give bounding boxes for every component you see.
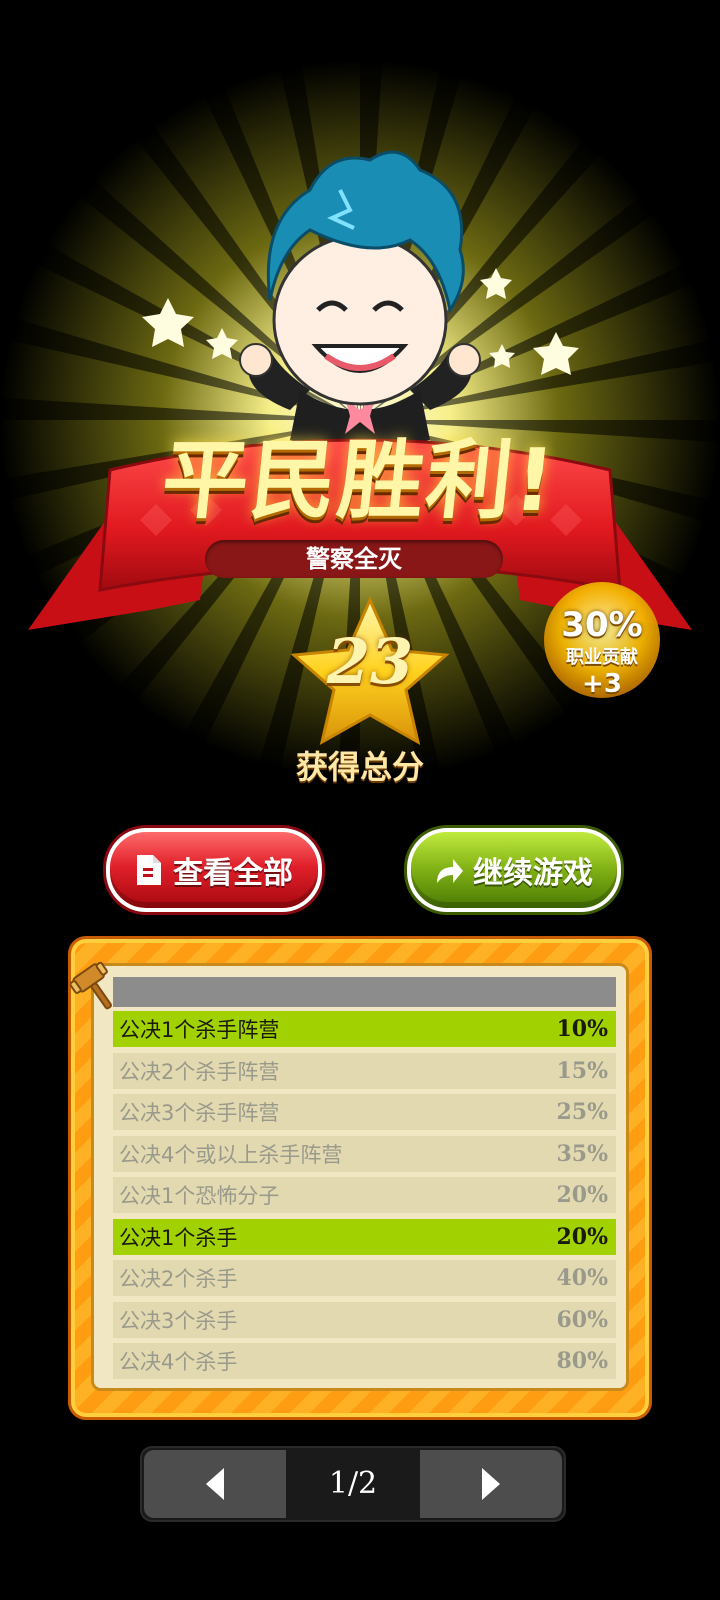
- victory-title: 平民胜利!: [157, 431, 561, 531]
- role-contribution-label: 职业贡献: [566, 647, 638, 668]
- vote-rule-row: 公决3个杀手 60%: [113, 1301, 616, 1338]
- total-score-label: 获得总分: [295, 748, 424, 786]
- vote-rule-percent: 35%: [556, 1140, 608, 1167]
- vote-rule-label: 公决1个恐怖分子: [119, 1184, 280, 1208]
- vote-rule-percent: 20%: [556, 1223, 608, 1250]
- role-contribution-points: +3: [582, 669, 622, 699]
- vote-rule-percent: 60%: [556, 1306, 608, 1333]
- pagination: 1/2: [140, 1446, 566, 1522]
- vote-rules-header-bar: [113, 977, 616, 1007]
- role-contribution-percent: 30%: [561, 605, 643, 645]
- view-all-label: 查看全部: [173, 856, 293, 891]
- victory-screen: 平民胜利! 警察全灭 23 获得总分 30% 职业贡献 +3 查看全部 继续游戏…: [0, 0, 720, 1600]
- arrow-left-icon: [206, 1468, 224, 1500]
- vote-rule-percent: 10%: [556, 1016, 608, 1042]
- role-contribution-badge: 30% 职业贡献 +3: [550, 585, 654, 705]
- vote-rule-label: 公决2个杀手: [119, 1267, 238, 1291]
- vote-rule-row: 公决1个杀手阵营 10%: [113, 1011, 616, 1047]
- vote-rule-row: 公决3个杀手阵营 25%: [113, 1094, 616, 1130]
- vote-rule-label: 公决1个杀手阵营: [119, 1018, 280, 1042]
- vote-rule-percent: 40%: [556, 1265, 608, 1291]
- victory-subtitle: 警察全灭: [205, 540, 503, 578]
- vote-rule-percent: 20%: [556, 1182, 608, 1208]
- vote-rule-row: 公决4个杀手 80%: [113, 1343, 616, 1379]
- vote-rule-row: 公决1个恐怖分子 20%: [113, 1177, 616, 1213]
- vote-rule-row: 公决2个杀手 40%: [113, 1260, 616, 1296]
- document-icon: [137, 855, 161, 885]
- victory-banner: 平民胜利! 警察全灭 23 获得总分 30% 职业贡献 +3: [0, 0, 720, 800]
- view-all-button[interactable]: 查看全部: [106, 828, 322, 912]
- previous-page-button[interactable]: [144, 1450, 286, 1518]
- gavel-icon: [70, 961, 112, 1010]
- next-page-button[interactable]: [420, 1450, 562, 1518]
- vote-rules-list: 公决1个杀手阵营 10% 公决2个杀手阵营 15% 公决3个杀手阵营 25% 公决4个或以上…: [113, 1011, 616, 1385]
- vote-rule-label: 公决4个或以上杀手阵营: [119, 1142, 343, 1167]
- vote-rule-label: 公决4个杀手: [119, 1350, 238, 1374]
- vote-rule-label: 公决1个杀手: [119, 1225, 238, 1250]
- share-arrow-icon: [437, 859, 463, 883]
- vote-rule-label: 公决3个杀手: [119, 1308, 238, 1333]
- vote-rule-percent: 80%: [556, 1348, 608, 1374]
- vote-rule-row: 公决2个杀手阵营 15%: [113, 1052, 616, 1089]
- vote-rule-row: 公决1个杀手 20%: [113, 1218, 616, 1255]
- continue-game-button[interactable]: 继续游戏: [407, 828, 621, 912]
- vote-rule-label: 公决2个杀手阵营: [119, 1059, 280, 1084]
- vote-rule-percent: 15%: [556, 1057, 608, 1084]
- vote-rule-row: 公决4个或以上杀手阵营 35%: [113, 1135, 616, 1172]
- arrow-right-icon: [482, 1468, 500, 1500]
- page-indicator: 1/2: [328, 1466, 378, 1501]
- total-score: 23: [326, 625, 414, 698]
- vote-rule-percent: 25%: [556, 1099, 608, 1125]
- vote-rule-label: 公决3个杀手阵营: [119, 1101, 280, 1125]
- vote-rules-panel: 公决1个杀手阵营 10% 公决2个杀手阵营 15% 公决3个杀手阵营 25% 公决4个或以上…: [68, 936, 652, 1420]
- continue-game-label: 继续游戏: [473, 856, 593, 891]
